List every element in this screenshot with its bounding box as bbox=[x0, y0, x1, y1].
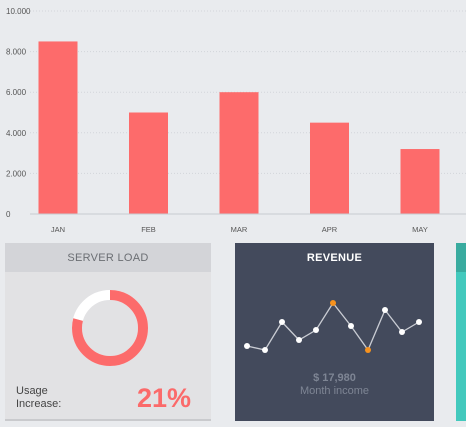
sparkline-line bbox=[246, 301, 420, 352]
monthly-bar-chart: 0 2.000 4.000 6.000 8.000 10.000 JAN FEB MAR APR M… bbox=[6, 7, 466, 234]
y-tick-label: 8.000 bbox=[6, 48, 27, 57]
x-tick-label: MAR bbox=[231, 225, 248, 234]
bar-may bbox=[400, 149, 440, 214]
bar-apr bbox=[310, 122, 349, 214]
y-tick-label: 2.000 bbox=[6, 169, 27, 178]
teal-card-partial bbox=[456, 243, 466, 421]
server-load-donut bbox=[72, 290, 148, 366]
y-tick-label: 10.000 bbox=[6, 7, 31, 16]
usage-increase-label: Usage Increase: bbox=[16, 385, 62, 410]
x-tick-label: JAN bbox=[51, 225, 65, 234]
x-tick-label: FEB bbox=[141, 225, 156, 234]
sparkline-point-highlight bbox=[330, 300, 336, 306]
revenue-caption: Month income bbox=[299, 385, 370, 397]
sparkline-point bbox=[382, 307, 388, 313]
server-load-card: SERVER LOAD Usage Increase: 21% bbox=[5, 243, 211, 421]
bar-jan bbox=[38, 41, 78, 215]
usage-increase-value: 21% bbox=[136, 383, 191, 413]
sparkline-point bbox=[313, 327, 319, 333]
y-tick-label: 4.000 bbox=[6, 129, 27, 138]
sparkline-point bbox=[279, 319, 285, 325]
bar-mar bbox=[219, 92, 259, 214]
y-tick-label: 6.000 bbox=[6, 88, 27, 97]
sparkline-point bbox=[348, 323, 354, 329]
sparkline-point bbox=[244, 343, 250, 349]
server-load-title: SERVER LOAD bbox=[5, 243, 211, 272]
bar-feb bbox=[129, 112, 168, 214]
sparkline-point bbox=[296, 337, 302, 343]
sparkline-point-highlight bbox=[365, 347, 371, 353]
sparkline-point bbox=[262, 347, 268, 353]
revenue-amount: $ 17,980 bbox=[313, 372, 356, 384]
x-tick-label: MAY bbox=[412, 225, 428, 234]
x-tick-label: APR bbox=[322, 225, 338, 234]
revenue-card: REVENUE $ 17,980 Month income bbox=[235, 243, 434, 421]
sparkline-point bbox=[399, 329, 405, 335]
teal-card-header bbox=[456, 243, 466, 272]
y-tick-label: 0 bbox=[6, 210, 11, 219]
sparkline-point bbox=[416, 319, 422, 325]
